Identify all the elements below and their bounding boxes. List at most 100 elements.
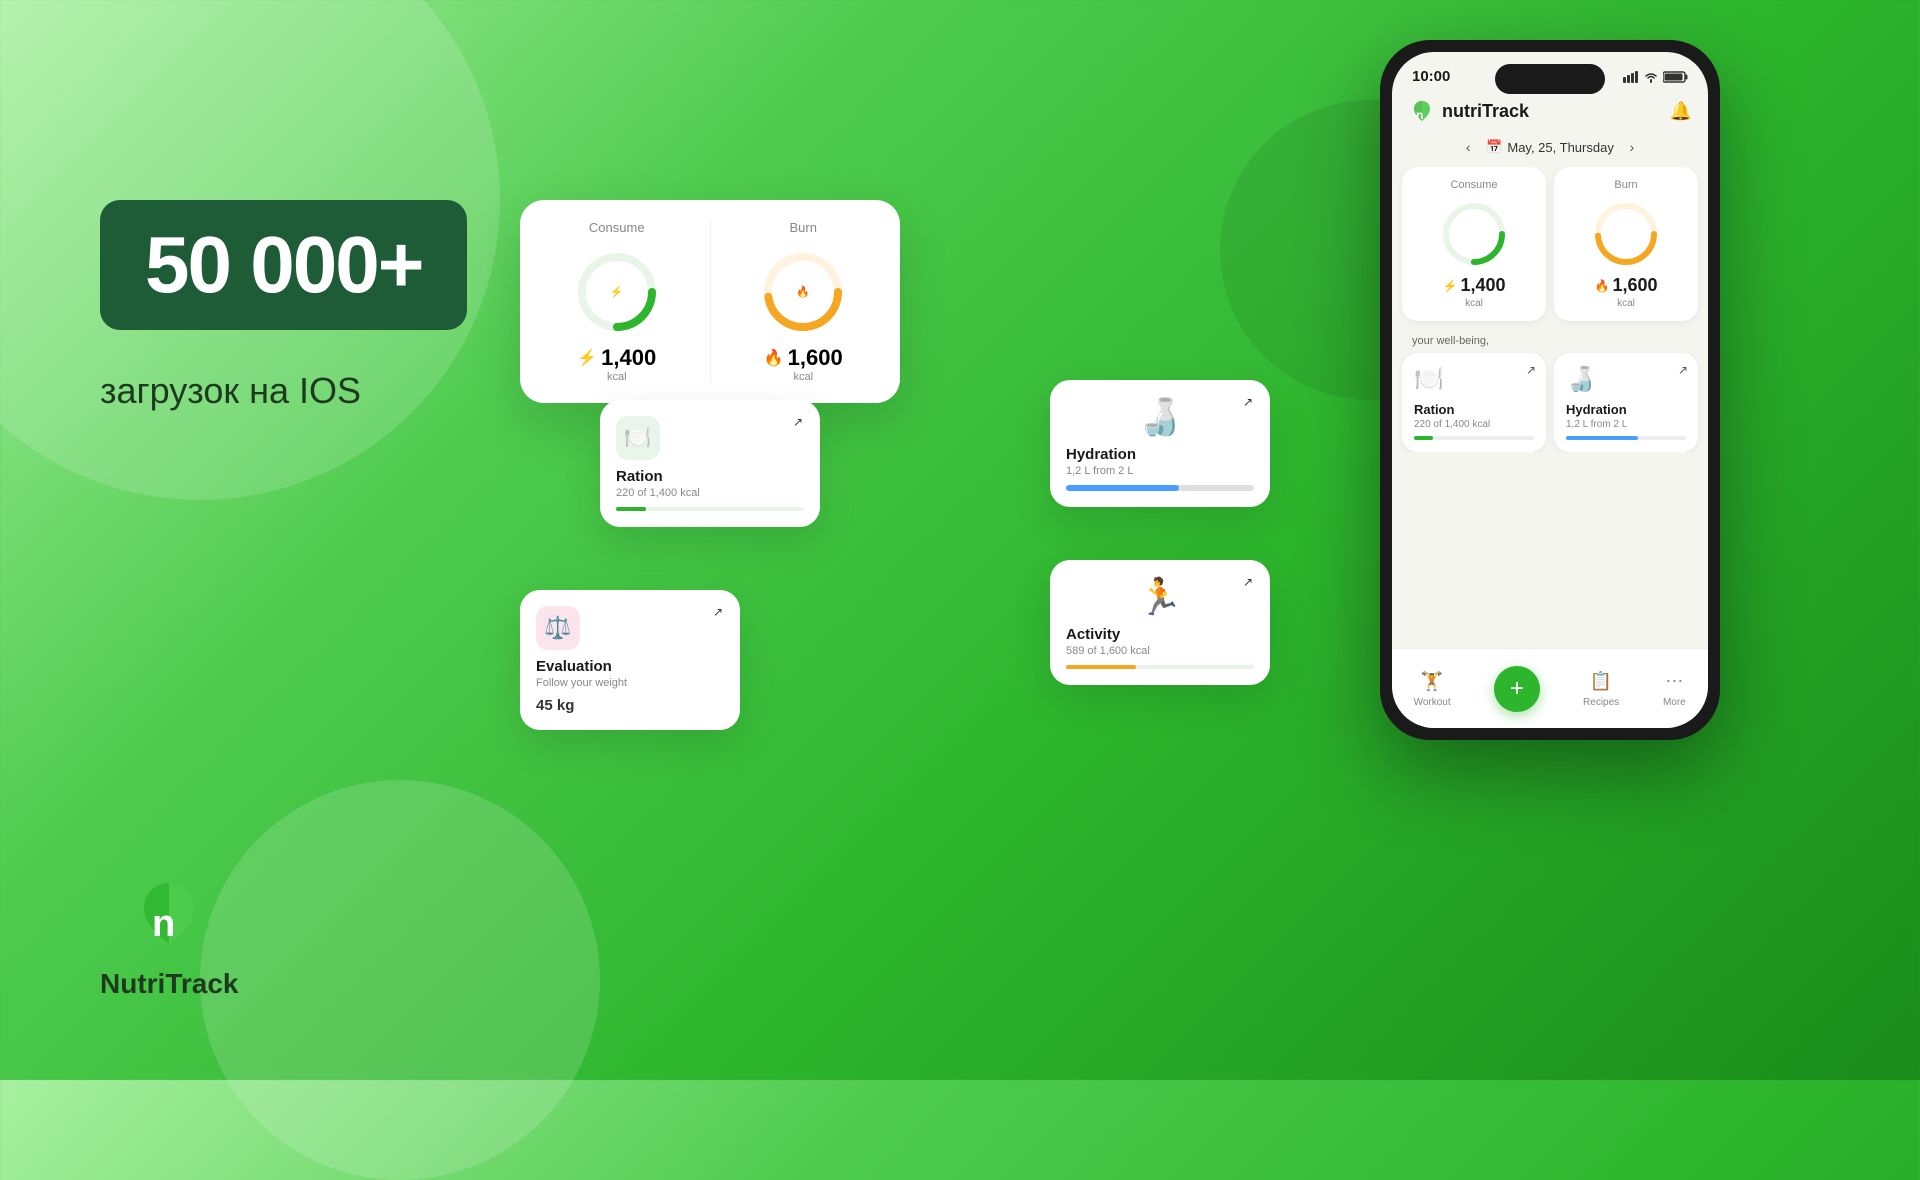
hydration-mini-progress (1566, 436, 1638, 440)
eval-title: Evaluation (536, 658, 724, 675)
burn-item: Burn 🔥 🔥 1,600 kcal (731, 220, 877, 383)
hydration-bar-fill (1066, 485, 1179, 491)
burn-card: Burn 🔥 1,600 kcal (1554, 167, 1698, 321)
activity-title: Activity (1066, 626, 1254, 643)
float-ration-card: ↗ 🍽️ Ration 220 of 1,400 kcal (600, 400, 820, 527)
prev-date-button[interactable]: ‹ (1458, 137, 1478, 157)
burn-value: 🔥 1,600 (764, 345, 843, 371)
more-label: More (1663, 697, 1686, 708)
ration-mini-progress-bg (1414, 436, 1534, 440)
eval-arrow-icon: ↗ (708, 602, 728, 622)
status-icons (1623, 71, 1688, 83)
eval-value: 45 kg (536, 697, 724, 714)
hydration-mini-title: Hydration (1566, 402, 1686, 417)
download-badge: 50 000+ (100, 200, 467, 330)
activity-arrow-icon: ↗ (1238, 572, 1258, 592)
bg-decoration-2 (200, 780, 600, 1180)
hydration-arrow-icon: ↗ (1238, 392, 1258, 412)
notification-bell-icon[interactable]: 🔔 (1670, 101, 1692, 122)
burn-label: Burn (790, 220, 817, 235)
activity-progress-bg (1066, 665, 1254, 669)
next-date-button[interactable]: › (1622, 137, 1642, 157)
eval-icon: ⚖️ (536, 606, 580, 650)
svg-text:n: n (152, 903, 175, 945)
float-calories-card: Consume ⚡ ⚡ 1,400 kcal Burn (520, 200, 900, 403)
hydration-mini-progress-bg (1566, 436, 1686, 440)
phone-screen: 10:00 (1392, 52, 1708, 728)
phone-body: 10:00 (1380, 40, 1720, 740)
ration-arrow-icon: ↗ (788, 412, 808, 432)
ration-mini-progress (1414, 436, 1433, 440)
bottom-nav: 🏋️ Workout + 📋 Recipes ⋯ More (1392, 648, 1708, 728)
ration-mini-arrow: ↗ (1526, 363, 1536, 377)
burn-card-value: 1,600 (1612, 275, 1657, 296)
burn-card-unit: kcal (1617, 298, 1635, 309)
ration-mini-card: ↗ 🍽️ Ration 220 of 1,400 kcal (1402, 353, 1546, 452)
consume-donut: ⚡ (572, 247, 662, 337)
consume-card-donut (1439, 199, 1509, 269)
download-subtitle: загрузок на IOS (100, 370, 467, 412)
consume-value: ⚡ 1,400 (577, 345, 656, 371)
logo-text: NutriTrack (100, 968, 239, 1000)
battery-icon (1663, 71, 1688, 83)
hydration-mini-arrow: ↗ (1678, 363, 1688, 377)
activity-subtitle: 589 of 1,600 kcal (1066, 645, 1254, 657)
float-hydration-card: ↗ 🍶 Hydration 1,2 L from 2 L (1050, 380, 1270, 507)
app-name: nutriTrack (1442, 101, 1529, 122)
bottom-grid: ↗ 🍽️ Ration 220 of 1,400 kcal ↗ 🍶 Hydrat… (1402, 353, 1698, 452)
recipes-icon: 📋 (1589, 670, 1613, 694)
nav-more[interactable]: ⋯ More (1662, 670, 1686, 708)
eval-subtitle: Follow your weight (536, 677, 724, 689)
ration-progress-bg (616, 507, 804, 511)
burn-card-label: Burn (1614, 179, 1637, 191)
download-number: 50 000+ (145, 225, 422, 305)
more-icon: ⋯ (1662, 670, 1686, 694)
burn-value-row: 🔥 1,600 (1595, 275, 1658, 296)
consume-card-unit: kcal (1465, 298, 1483, 309)
phone-mockup: 10:00 (1380, 40, 1720, 740)
nav-recipes[interactable]: 📋 Recipes (1583, 670, 1619, 708)
consume-card: Consume ⚡ 1,400 kcal (1402, 167, 1546, 321)
hydration-title: Hydration (1066, 446, 1254, 463)
add-button[interactable]: + (1494, 666, 1540, 712)
ration-mini-title: Ration (1414, 402, 1534, 417)
consume-card-value: 1,400 (1460, 275, 1505, 296)
app-header: n nutriTrack 🔔 (1392, 93, 1708, 133)
ration-progress-fill (616, 507, 646, 511)
workout-icon: 🏋️ (1420, 670, 1444, 694)
hydration-icon: 🍶 (1138, 396, 1183, 438)
dynamic-island (1495, 64, 1605, 94)
workout-label: Workout (1414, 697, 1451, 708)
calories-row: Consume ⚡ 1,400 kcal (1402, 167, 1698, 321)
consume-value-row: ⚡ 1,400 (1443, 275, 1506, 296)
logo-section: n NutriTrack (100, 868, 239, 1000)
nav-workout[interactable]: 🏋️ Workout (1414, 670, 1451, 708)
float-activity-card: ↗ 🏃 Activity 589 of 1,600 kcal (1050, 560, 1270, 685)
consume-item: Consume ⚡ ⚡ 1,400 kcal (544, 220, 690, 383)
hydration-bar-bg (1066, 485, 1254, 491)
hydration-subtitle: 1,2 L from 2 L (1066, 465, 1254, 477)
app-content: Consume ⚡ 1,400 kcal (1392, 167, 1708, 452)
ration-subtitle: 220 of 1,400 kcal (616, 487, 804, 499)
floating-cards-area: Consume ⚡ ⚡ 1,400 kcal Burn (520, 180, 1270, 830)
activity-progress-fill (1066, 665, 1136, 669)
app-logo: n nutriTrack (1408, 97, 1529, 125)
hydration-mini-icon: 🍶 (1566, 365, 1686, 394)
ration-mini-subtitle: 220 of 1,400 kcal (1414, 419, 1534, 430)
calendar-icon: 📅 (1486, 139, 1502, 155)
ration-mini-icon: 🍽️ (1414, 365, 1534, 394)
hydration-mini-card: ↗ 🍶 Hydration 1,2 L from 2 L (1554, 353, 1698, 452)
ration-title: Ration (616, 468, 804, 485)
wellbeing-text: your well-being, (1402, 329, 1698, 353)
recipes-label: Recipes (1583, 697, 1619, 708)
burn-donut: 🔥 (758, 247, 848, 337)
status-time: 10:00 (1412, 68, 1450, 85)
burn-unit: kcal (793, 371, 813, 383)
consume-unit: kcal (607, 371, 627, 383)
ration-icon: 🍽️ (616, 416, 660, 460)
date-display: 📅 May, 25, Thursday (1486, 139, 1614, 155)
hydration-mini-subtitle: 1,2 L from 2 L (1566, 419, 1686, 430)
signal-icon (1623, 71, 1639, 83)
svg-text:n: n (1416, 108, 1423, 122)
wifi-icon (1644, 71, 1658, 83)
